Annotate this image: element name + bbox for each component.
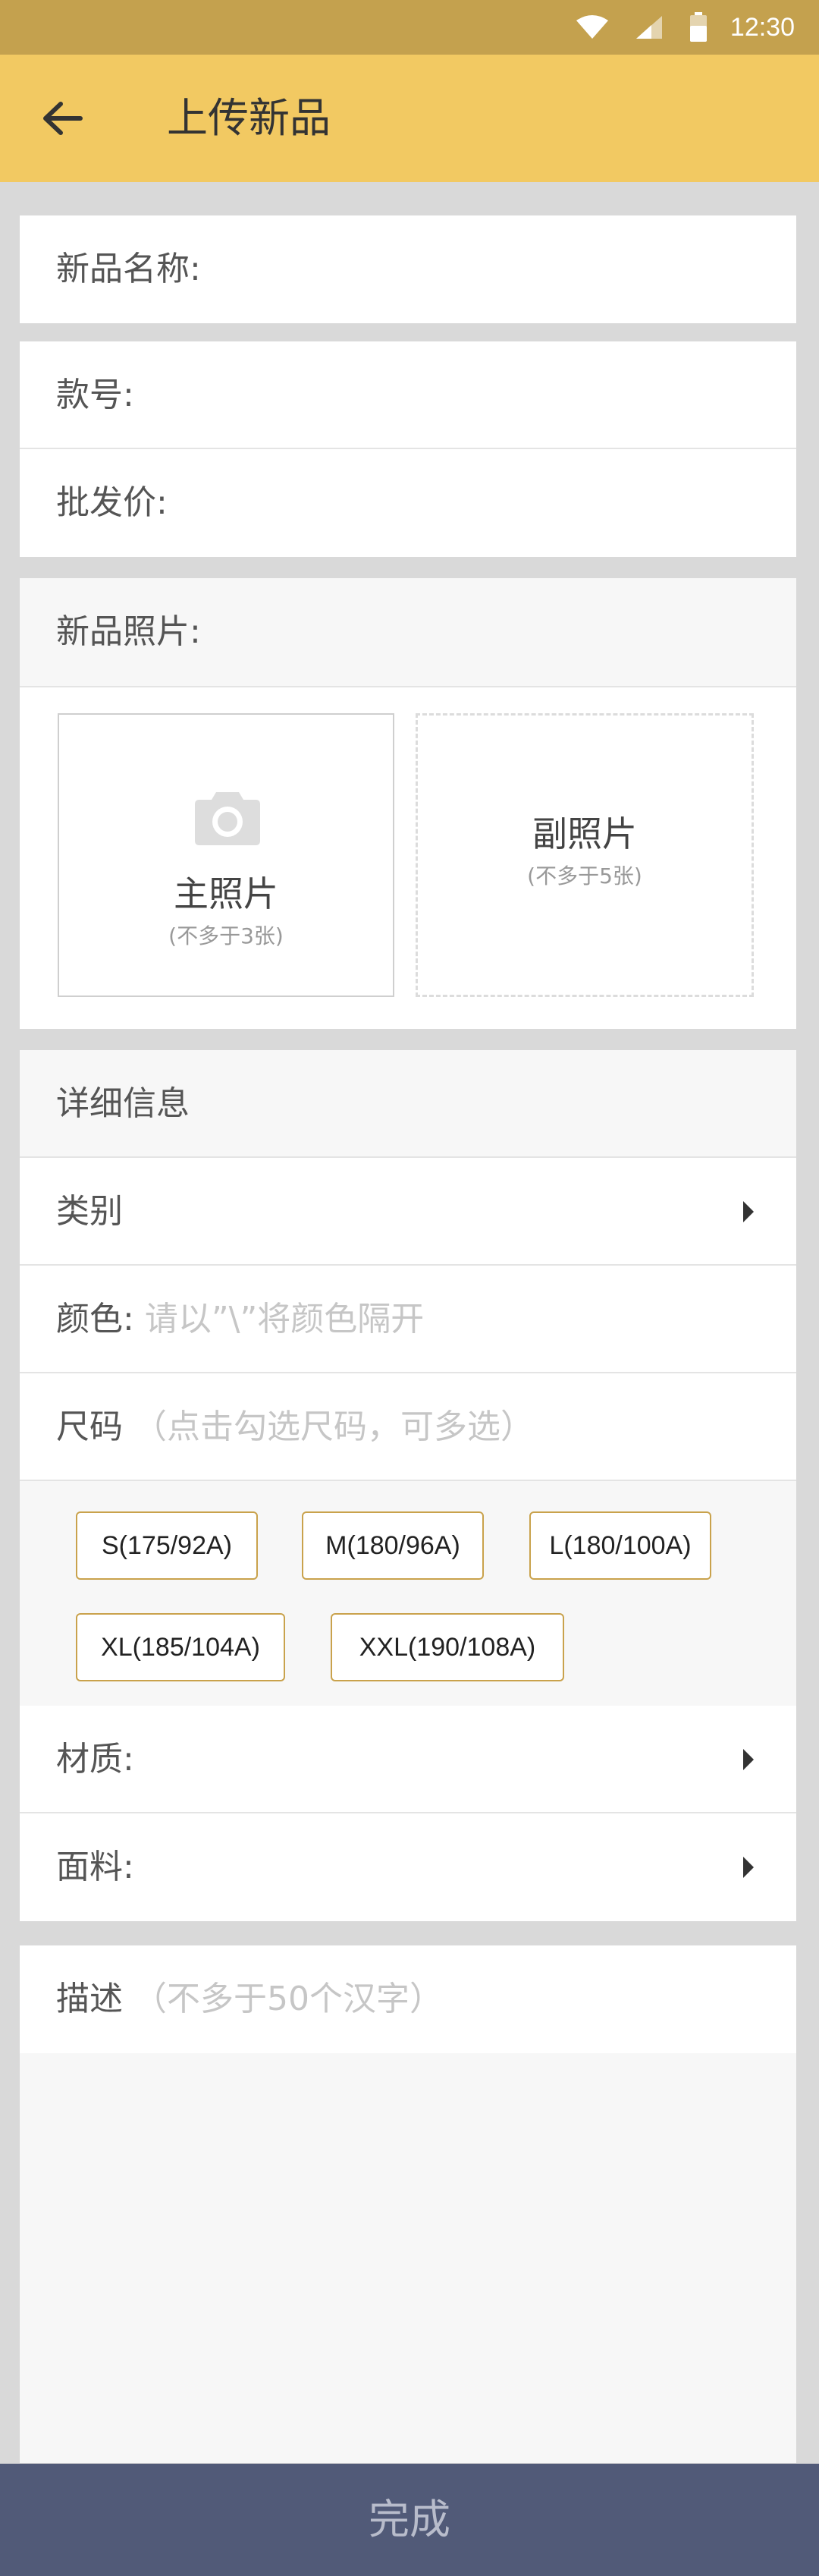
- style-number-field[interactable]: 款号:: [20, 341, 796, 449]
- fabric-label: 面料:: [56, 1848, 134, 1886]
- caret-right-icon: [743, 1749, 754, 1770]
- back-button[interactable]: [36, 93, 88, 144]
- size-chip-m[interactable]: M(180/96A): [302, 1511, 484, 1580]
- product-name-field[interactable]: 新品名称:: [20, 215, 796, 323]
- size-row: 尺码 （点击勾选尺码，可多选）: [20, 1373, 796, 1481]
- size-hint: （点击勾选尺码，可多选）: [133, 1408, 534, 1446]
- description-label: 描述: [56, 1980, 123, 2018]
- material-label: 材质:: [56, 1740, 134, 1779]
- app-bar: 上传新品: [0, 55, 819, 182]
- arrow-left-icon: [43, 102, 83, 135]
- sub-photo-label: 副照片: [532, 813, 637, 854]
- details-title: 详细信息: [56, 1084, 190, 1123]
- color-label: 颜色:: [56, 1300, 134, 1338]
- size-chip-l[interactable]: L(180/100A): [529, 1511, 711, 1580]
- size-chip-xxl[interactable]: XXL(190/108A): [331, 1613, 564, 1681]
- description-card: 描述 （不多于50个汉字）: [20, 1945, 796, 2463]
- color-placeholder: 请以”\”将颜色隔开: [144, 1300, 425, 1338]
- status-bar: 12:30: [0, 0, 819, 55]
- main-photo-button[interactable]: 主照片 (不多于3张): [58, 713, 394, 997]
- size-chip-xl[interactable]: XL(185/104A): [76, 1613, 285, 1681]
- size-label: 尺码: [56, 1408, 123, 1446]
- main-photo-hint: (不多于3张): [168, 923, 284, 948]
- category-label: 类别: [56, 1192, 123, 1231]
- description-header: 描述 （不多于50个汉字）: [20, 1945, 796, 2053]
- size-chips: S(175/92A) M(180/96A) L(180/100A) XL(185…: [20, 1481, 796, 1706]
- name-card: 新品名称:: [20, 215, 796, 323]
- caret-right-icon: [743, 1857, 754, 1878]
- camera-icon: [195, 792, 260, 845]
- wholesale-price-field[interactable]: 批发价:: [20, 449, 796, 557]
- description-input[interactable]: [20, 2053, 796, 2463]
- caret-right-icon: [743, 1201, 754, 1222]
- sub-photo-hint: (不多于5张): [527, 863, 642, 889]
- photos-card: 新品照片: 主照片 (不多于3张) 副照片 (不多于5张): [20, 578, 796, 1029]
- product-name-label: 新品名称:: [56, 250, 201, 288]
- fabric-row[interactable]: 面料:: [20, 1813, 796, 1921]
- style-number-label: 款号:: [56, 376, 134, 414]
- size-chip-s[interactable]: S(175/92A): [76, 1511, 258, 1580]
- photo-slots: 主照片 (不多于3张) 副照片 (不多于5张): [20, 686, 796, 1029]
- details-header: 详细信息: [20, 1050, 796, 1158]
- wifi-icon: [576, 14, 609, 40]
- details-card: 详细信息 类别 颜色: 请以”\”将颜色隔开 尺码 （点击勾选尺码，可多选） S…: [20, 1050, 796, 1921]
- photos-header: 新品照片:: [20, 578, 796, 686]
- sub-photo-button[interactable]: 副照片 (不多于5张): [416, 713, 754, 997]
- category-row[interactable]: 类别: [20, 1158, 796, 1266]
- photos-label: 新品照片:: [56, 612, 201, 651]
- description-placeholder: （不多于50个汉字）: [133, 1980, 443, 2018]
- main-photo-label: 主照片: [174, 873, 278, 914]
- color-field[interactable]: 颜色: 请以”\”将颜色隔开: [20, 1266, 796, 1373]
- wholesale-price-label: 批发价:: [56, 483, 168, 522]
- page-title: 上传新品: [167, 94, 331, 142]
- battery-icon: [689, 12, 708, 42]
- price-card: 款号: 批发价:: [20, 341, 796, 557]
- clock: 12:30: [730, 12, 795, 42]
- done-button[interactable]: 完成: [0, 2464, 819, 2576]
- signal-icon: [635, 14, 664, 40]
- material-row[interactable]: 材质:: [20, 1706, 796, 1813]
